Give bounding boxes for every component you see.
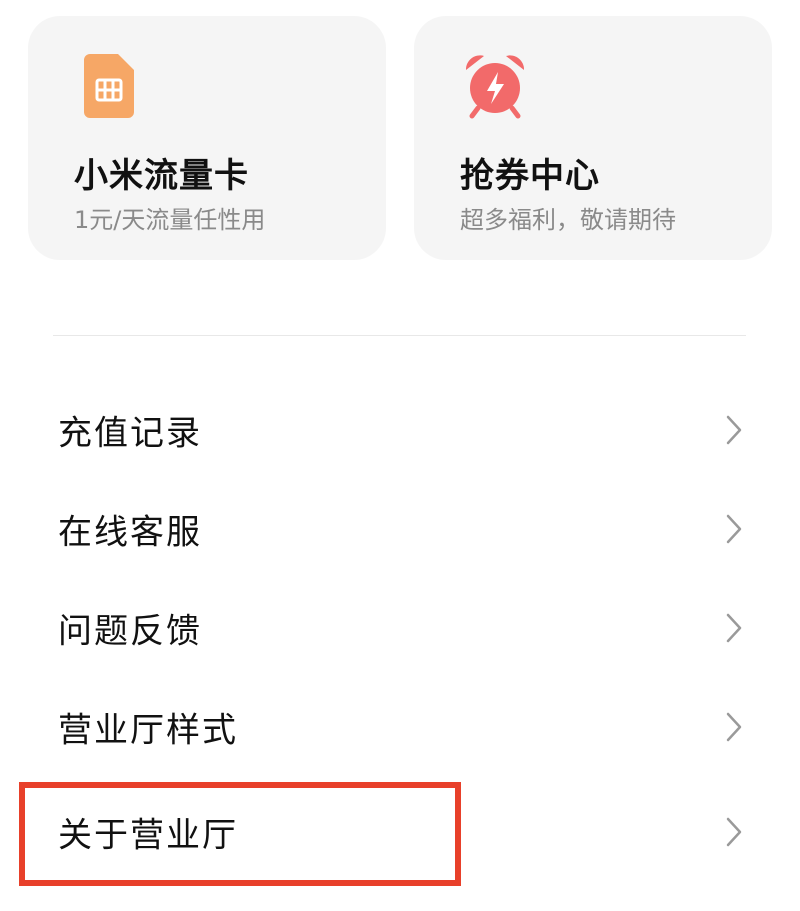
- menu-item-label: 问题反馈: [58, 611, 202, 652]
- card-title: 小米流量卡: [74, 156, 249, 196]
- sim-card-icon: [84, 54, 134, 118]
- menu-item-label: 在线客服: [58, 512, 202, 553]
- chevron-right-icon: [726, 712, 742, 742]
- card-subtitle: 超多福利，敬请期待: [460, 206, 676, 234]
- mi-data-card[interactable]: 小米流量卡 1元/天流量任性用: [28, 16, 386, 260]
- menu-item-online-service[interactable]: 在线客服: [0, 481, 800, 577]
- menu-item-recharge-records[interactable]: 充值记录: [0, 382, 800, 478]
- menu-item-about-hall[interactable]: 关于营业厅: [0, 784, 800, 880]
- menu-item-label: 充值记录: [58, 413, 202, 454]
- menu-item-hall-style[interactable]: 营业厅样式: [0, 679, 800, 775]
- card-subtitle: 1元/天流量任性用: [74, 206, 266, 234]
- coupon-center-card[interactable]: 抢券中心 超多福利，敬请期待: [414, 16, 772, 260]
- menu-item-feedback[interactable]: 问题反馈: [0, 580, 800, 676]
- chevron-right-icon: [726, 613, 742, 643]
- card-title: 抢券中心: [460, 156, 600, 196]
- chevron-right-icon: [726, 817, 742, 847]
- alarm-clock-icon: [465, 55, 525, 119]
- chevron-right-icon: [726, 415, 742, 445]
- chevron-right-icon: [726, 514, 742, 544]
- section-divider: [53, 335, 746, 336]
- menu-item-label: 关于营业厅: [58, 815, 238, 856]
- menu-item-label: 营业厅样式: [58, 710, 238, 751]
